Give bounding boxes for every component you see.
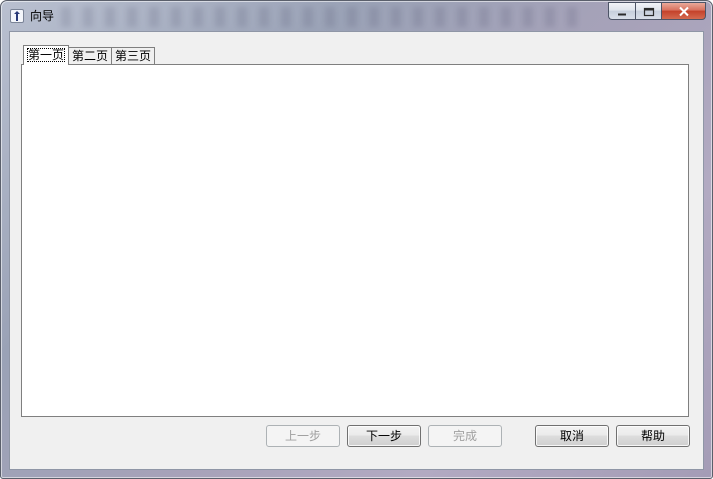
previous-button[interactable]: 上一步 (266, 425, 340, 447)
tab-page-1-label: 第一页 (27, 48, 66, 62)
maximize-button[interactable] (635, 2, 661, 20)
window-title: 向导 (30, 9, 55, 23)
cancel-button[interactable]: 取消 (535, 425, 609, 447)
tab-content-panel (21, 64, 689, 417)
close-icon (678, 2, 690, 21)
title-bar-glass-background (61, 7, 581, 27)
minimize-button[interactable] (608, 2, 635, 20)
minimize-icon (617, 2, 627, 21)
tab-page-2-label: 第二页 (72, 49, 109, 63)
wizard-app-icon[interactable] (10, 9, 24, 23)
caption-buttons (608, 2, 706, 20)
wizard-window: 向导 第一页 第二页 第三页 上一步 下一步 完成 取消 帮助 (0, 0, 713, 479)
tab-page-3-label: 第三页 (115, 49, 152, 63)
tab-page-3[interactable]: 第三页 (111, 47, 156, 65)
maximize-icon (643, 2, 654, 21)
client-area: 第一页 第二页 第三页 上一步 下一步 完成 取消 帮助 (9, 31, 704, 470)
help-button[interactable]: 帮助 (616, 425, 690, 447)
title-bar[interactable]: 向导 (1, 1, 712, 31)
finish-button[interactable]: 完成 (428, 425, 502, 447)
tab-strip: 第一页 第二页 第三页 (23, 45, 156, 65)
tab-page-2[interactable]: 第二页 (68, 47, 113, 65)
tab-page-1[interactable]: 第一页 (23, 45, 70, 65)
close-button[interactable] (661, 2, 706, 20)
next-button[interactable]: 下一步 (347, 425, 421, 447)
